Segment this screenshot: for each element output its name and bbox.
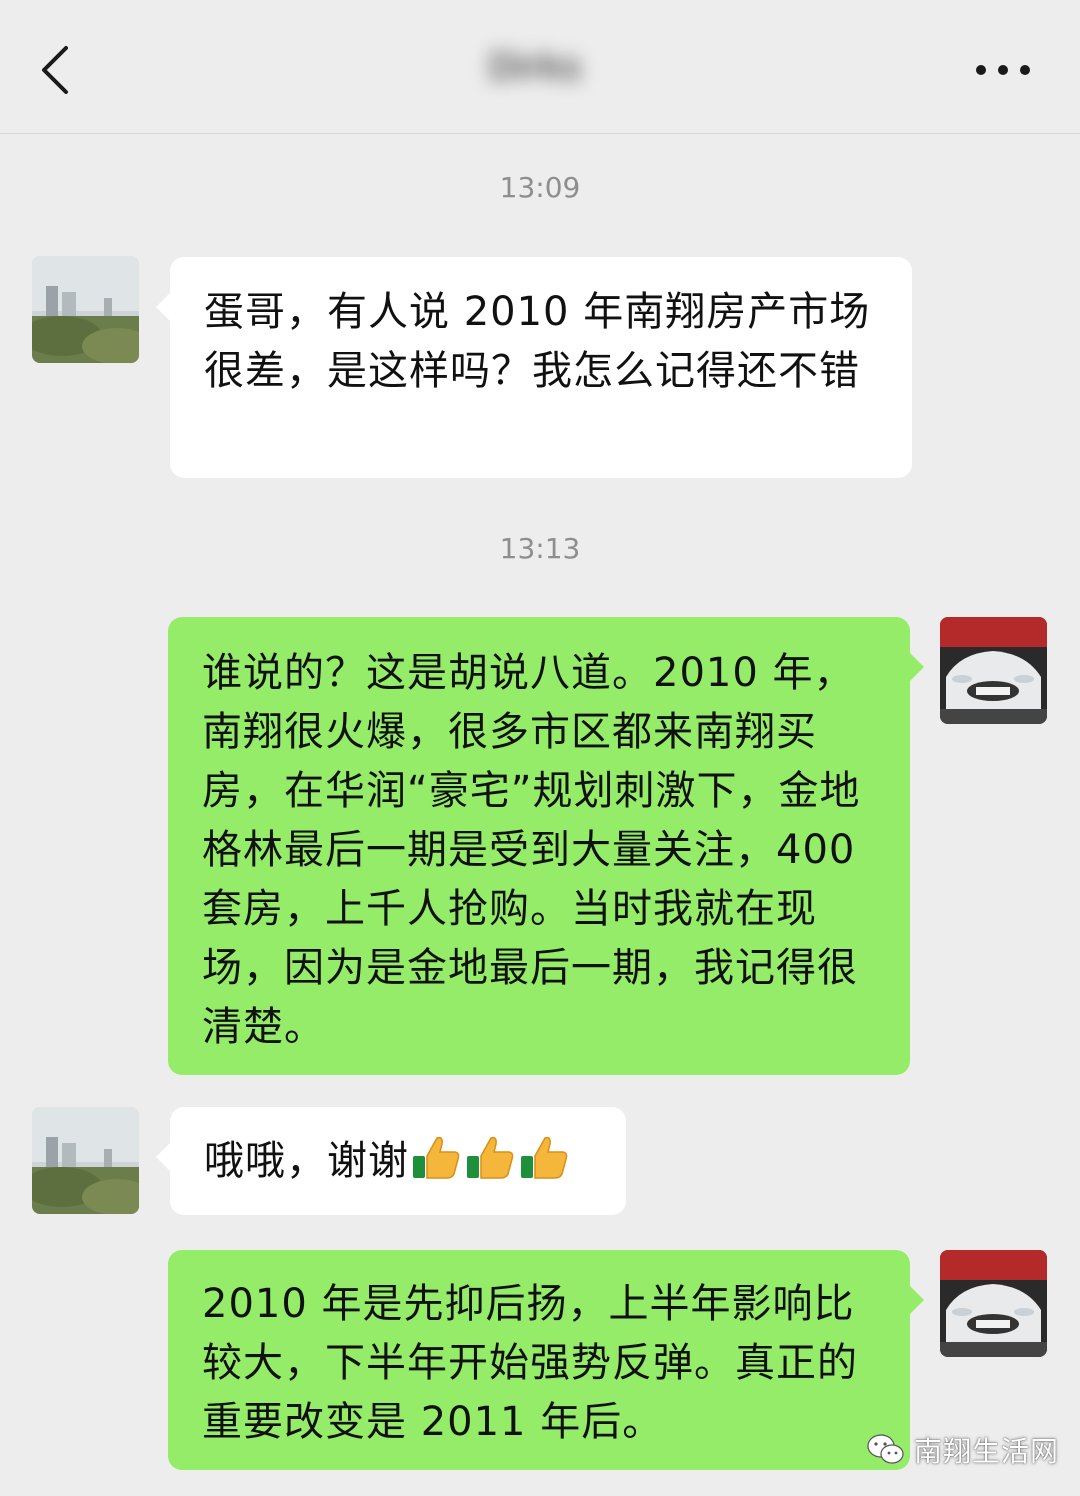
user-avatar[interactable] (940, 617, 1047, 724)
message-bubble-incoming[interactable]: 哦哦，谢谢 (156, 1107, 626, 1215)
wechat-logo-icon (867, 1434, 904, 1464)
back-button[interactable] (30, 38, 80, 102)
emoji-group (411, 1134, 569, 1180)
chevron-left-icon (42, 46, 68, 94)
thumbs-up-icon (521, 1136, 568, 1179)
message-bubble-incoming[interactable]: 蛋哥，有人说 2010 年南翔房产市场很差，是这样吗？我怎么记得还不错 (156, 257, 912, 478)
message-bubble-outgoing[interactable]: 2010 年是先抑后扬，上半年影响比较大，下半年开始强势反弹。真正的重要改变是 … (168, 1250, 924, 1470)
message-bubble-outgoing[interactable]: 谁说的？这是胡说八道。2010 年，南翔很火爆，很多市区都来南翔买房，在华润“豪… (168, 617, 924, 1075)
contact-avatar[interactable] (32, 1107, 139, 1214)
chat-title: Dirks (488, 47, 582, 88)
timestamp: 13:13 (499, 532, 581, 565)
thumbs-up-icon (467, 1136, 514, 1179)
contact-avatar[interactable] (32, 256, 139, 363)
message-text: 蛋哥，有人说 2010 年南翔房产市场很差，是这样吗？我怎么记得还不错 (204, 289, 871, 394)
message-text: 哦哦，谢谢 (204, 1138, 409, 1184)
message-text: 谁说的？这是胡说八道。2010 年，南翔很火爆，很多市区都来南翔买房，在华润“豪… (202, 650, 861, 1050)
thumbs-up-icon (413, 1136, 460, 1179)
more-button[interactable] (968, 48, 1038, 92)
timestamp: 13:09 (499, 171, 581, 204)
watermark-text: 南翔生活网 (914, 1435, 1060, 1468)
more-dots-icon (976, 65, 1030, 75)
message-text: 2010 年是先抑后扬，上半年影响比较大，下半年开始强势反弹。真正的重要改变是 … (202, 1281, 858, 1445)
chat-header: Dirks (0, 0, 1080, 134)
user-avatar[interactable] (940, 1250, 1047, 1357)
watermark: 南翔生活网 (866, 1430, 1059, 1470)
